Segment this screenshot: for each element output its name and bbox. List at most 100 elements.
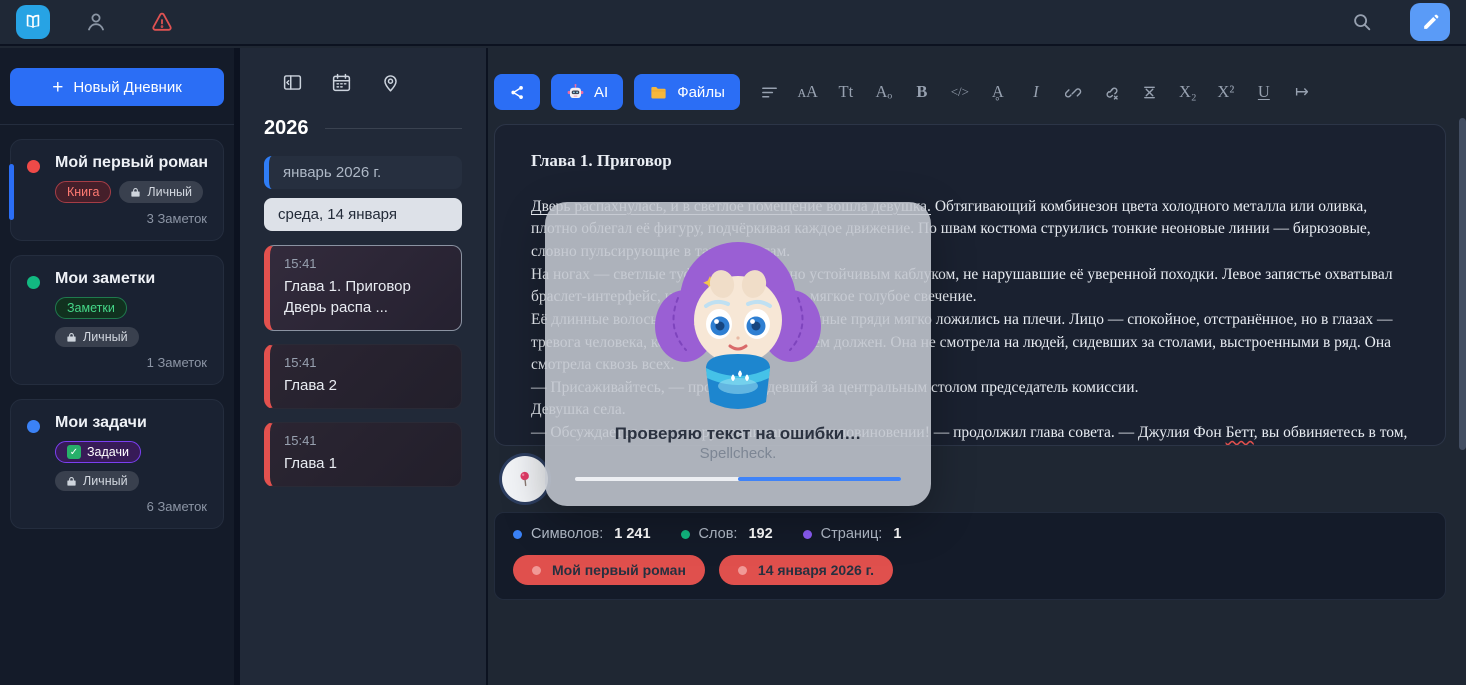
ai-button[interactable]: AI — [551, 74, 623, 110]
spellcheck-subtitle: Spellcheck. — [700, 445, 777, 462]
new-diary-label: Новый Дневник — [73, 79, 181, 96]
diary-color-dot — [27, 160, 40, 173]
subscript-icon[interactable]: X₂ — [1173, 77, 1203, 107]
unlink-icon[interactable] — [1097, 77, 1127, 107]
day-item[interactable]: среда, 14 января — [264, 198, 462, 231]
type-badge: ✓ Задачи — [55, 441, 141, 463]
private-badge: Личный — [55, 327, 139, 347]
diary-card-tasks[interactable]: Мои задачи ✓ Задачи Личный 6 Заметок — [10, 399, 224, 529]
private-badge: Личный — [55, 471, 139, 491]
person-icon — [84, 10, 108, 34]
diary-badges: Заметки Личный — [55, 297, 209, 347]
checkbox-icon: ✓ — [67, 445, 81, 459]
italic-icon[interactable]: I — [1021, 77, 1051, 107]
tags-row: Мой первый роман 14 января 2026 г. — [513, 555, 1427, 585]
map-pin-icon[interactable] — [380, 72, 401, 93]
folder-icon — [649, 83, 668, 102]
date-tag-pill[interactable]: 14 января 2026 г. — [719, 555, 893, 585]
note-item-chapter2[interactable]: 15:41 Глава 2 — [264, 344, 462, 409]
robot-icon — [566, 83, 585, 102]
editor-toolbar: AI Файлы ᴀA Tt Aₒ B </> Ḁ I — [494, 48, 1446, 124]
lock-icon — [66, 476, 77, 487]
pages-label: Страниц: — [821, 526, 883, 542]
plus-icon: + — [52, 78, 63, 97]
note-title: Глава 1. Приговор Дверь распа ... — [284, 276, 447, 318]
collapse-panel-icon[interactable] — [282, 72, 303, 93]
type-badge: Книга — [55, 181, 111, 203]
diary-badges: Книга Личный — [55, 181, 209, 203]
misspelled-word: Бетт — [1226, 424, 1254, 441]
note-title: Глава 2 — [284, 375, 447, 396]
spellcheck-overlay: Проверяю текст на ошибки… Spellcheck. — [545, 202, 931, 506]
notes-count: 6 Заметок — [55, 497, 209, 518]
files-button[interactable]: Файлы — [634, 74, 740, 110]
note-item-chapter1[interactable]: 15:41 Глава 1 — [264, 422, 462, 487]
share-icon — [509, 84, 526, 101]
pushpin-icon — [515, 469, 535, 489]
files-label: Файлы — [677, 84, 725, 101]
words-value: 192 — [748, 526, 772, 542]
spellcheck-status-text: Проверяю текст на ошибки… — [615, 424, 861, 444]
diary-card-notes[interactable]: Мои заметки Заметки Личный 1 Заметок — [10, 255, 224, 385]
timeline-panel: 2026 январь 2026 г. среда, 14 января 15:… — [240, 48, 488, 685]
status-bar: Символов: 1 241 Слов: 192 Страниц: 1 — [494, 512, 1446, 600]
share-button[interactable] — [494, 74, 540, 110]
warning-triangle-icon — [150, 10, 174, 34]
tab-indent-icon[interactable]: ↦ — [1287, 77, 1317, 107]
font-color-icon[interactable]: Ḁ — [983, 77, 1013, 107]
lowercase-icon[interactable]: Aₒ — [869, 77, 899, 107]
diary-tag-pill[interactable]: Мой первый роман — [513, 555, 705, 585]
chapter-heading: Глава 1. Приговор — [531, 149, 1409, 174]
words-label: Слов: — [699, 526, 738, 542]
notes-count: 1 Заметок — [55, 353, 209, 374]
note-item-chapter1-verdict[interactable]: 15:41 Глава 1. Приговор Дверь распа ... — [264, 245, 462, 331]
diary-title: Мои задачи — [55, 414, 209, 432]
notes-count: 3 Заметок — [55, 209, 209, 230]
align-left-icon[interactable] — [755, 77, 785, 107]
new-diary-button[interactable]: + Новый Дневник — [10, 68, 224, 106]
font-size-icon[interactable]: ᴀA — [793, 77, 823, 107]
app-logo-button[interactable] — [16, 5, 50, 39]
pages-counter: Страниц: 1 — [803, 526, 902, 542]
alerts-button[interactable] — [142, 5, 182, 39]
clear-formatting-icon[interactable] — [1135, 77, 1165, 107]
month-item[interactable]: январь 2026 г. — [264, 156, 462, 189]
underline-icon[interactable]: U — [1249, 77, 1279, 107]
chars-counter: Символов: 1 241 — [513, 526, 651, 542]
link-icon[interactable] — [1059, 77, 1089, 107]
editor-scrollbar-thumb[interactable] — [1459, 118, 1466, 450]
search-button[interactable] — [1342, 5, 1382, 39]
diary-color-dot — [27, 420, 40, 433]
note-time: 15:41 — [284, 433, 447, 448]
lock-icon — [130, 187, 141, 198]
diary-color-dot — [27, 276, 40, 289]
spellcheck-progress-bar — [575, 477, 901, 481]
chars-label: Символов: — [531, 526, 603, 542]
compose-button[interactable] — [1410, 3, 1450, 41]
lock-icon — [66, 332, 77, 343]
profile-button[interactable] — [76, 5, 116, 39]
pages-dot-icon — [803, 530, 812, 539]
diary-title: Мои заметки — [55, 270, 209, 288]
ai-label: AI — [594, 84, 608, 101]
pencil-icon — [1421, 13, 1440, 32]
note-preview: Дверь распа ... — [284, 299, 388, 316]
private-badge: Личный — [119, 181, 203, 203]
search-icon — [1351, 11, 1373, 33]
tag-dot-icon — [738, 566, 747, 575]
superscript-icon[interactable]: X² — [1211, 77, 1241, 107]
diary-badges: ✓ Задачи Личный — [55, 441, 209, 491]
text-style-icon[interactable]: Tt — [831, 77, 861, 107]
note-time: 15:41 — [284, 355, 447, 370]
calendar-icon[interactable] — [331, 72, 352, 93]
open-book-icon — [23, 12, 43, 32]
timeline-view-switcher — [264, 72, 462, 93]
code-icon[interactable]: </> — [945, 77, 975, 107]
pin-note-button[interactable] — [502, 456, 548, 502]
words-dot-icon — [681, 530, 690, 539]
format-icons: ᴀA Tt Aₒ B </> Ḁ I X₂ — [755, 77, 1317, 107]
diary-title: Мой первый роман — [55, 154, 209, 172]
bold-icon[interactable]: B — [907, 77, 937, 107]
type-badge: Заметки — [55, 297, 127, 319]
diary-card-novel[interactable]: Мой первый роман Книга Личный 3 Заметок — [10, 139, 224, 241]
